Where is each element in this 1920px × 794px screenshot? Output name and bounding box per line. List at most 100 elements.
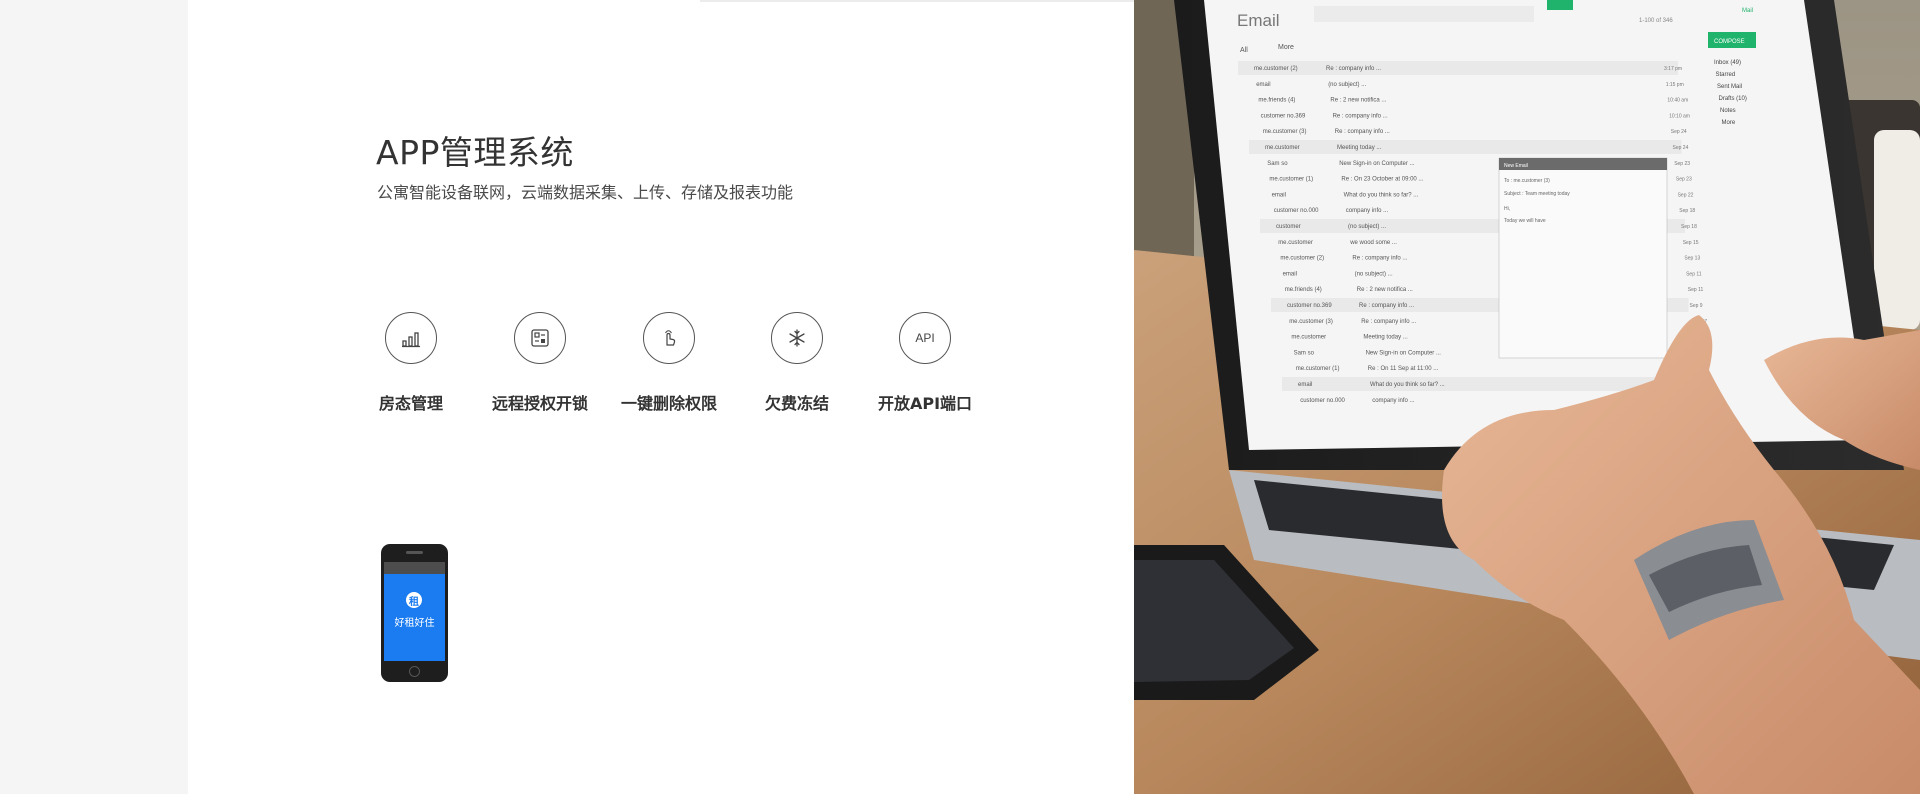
email-date: Sep 13 xyxy=(1684,256,1700,262)
email-sender: customer xyxy=(1276,224,1301,230)
email-subject: Re : company info ... xyxy=(1359,303,1414,309)
email-folder-item: Notes xyxy=(1720,108,1736,114)
email-subject: Re : 2 new notifica ... xyxy=(1330,98,1386,104)
email-popup-subject: Subject : Team meeting today xyxy=(1504,191,1570,197)
email-mail-link: Mail xyxy=(1742,8,1753,14)
email-folder-item: Drafts (10) xyxy=(1719,96,1747,102)
email-date: Sep 22 xyxy=(1678,192,1694,198)
email-subject: company info ... xyxy=(1372,398,1415,404)
email-folder-item: Starred xyxy=(1716,72,1736,78)
email-subject: New Sign-in on Computer ... xyxy=(1366,350,1442,356)
app-logo-icon: 租 xyxy=(406,592,422,608)
email-app-title: Email xyxy=(1237,11,1280,30)
email-date: Sep 11 xyxy=(1686,271,1702,277)
api-icon: API xyxy=(899,312,951,364)
email-sender: me.customer (2) xyxy=(1254,66,1298,72)
email-date: Sep 9 xyxy=(1690,303,1703,309)
email-folder-item: Sent Mail xyxy=(1717,84,1742,90)
top-divider xyxy=(700,0,1134,2)
email-row-highlight xyxy=(1238,61,1678,75)
email-sender: me.customer xyxy=(1291,335,1326,341)
email-subject: Re : company info ... xyxy=(1361,319,1416,325)
page-subtitle: 公寓智能设备联网，云端数据采集、上传、存储及报表功能 xyxy=(377,183,794,202)
email-date: Sep 15 xyxy=(1683,240,1699,246)
email-popup-to: To : me.customer (3) xyxy=(1504,178,1550,184)
email-sender: me.customer (2) xyxy=(1280,256,1324,262)
email-filter-all: All xyxy=(1240,47,1248,54)
email-date: Sep 18 xyxy=(1679,208,1695,214)
email-date: 3:17 pm xyxy=(1664,66,1682,72)
email-subject: (no subject) ... xyxy=(1348,224,1386,230)
page-title: APP管理系统 xyxy=(376,133,574,173)
feature-label: 欠费冻结 xyxy=(764,394,829,413)
email-compose-popup xyxy=(1498,157,1668,359)
email-sender: customer no.369 xyxy=(1287,303,1332,309)
email-sender: customer no.000 xyxy=(1274,208,1319,214)
email-subject: What do you think so far? ... xyxy=(1344,192,1419,198)
email-filter-more: More xyxy=(1278,44,1294,51)
snowflake-icon xyxy=(771,312,823,364)
email-sender: email xyxy=(1256,82,1270,88)
phone-home-button xyxy=(409,666,420,677)
email-date: 10:40 am xyxy=(1667,98,1688,104)
feature-label: 开放API端口 xyxy=(877,394,973,413)
email-date: Sep 24 xyxy=(1673,145,1689,151)
email-sender: me.customer (3) xyxy=(1263,129,1307,135)
feature-freeze-arrears[interactable]: 欠费冻结 xyxy=(732,312,862,414)
email-popup-body: Today we will have xyxy=(1504,218,1546,224)
photo-cup-white xyxy=(1874,130,1920,330)
email-search-button xyxy=(1547,0,1573,10)
email-date: Sep 18 xyxy=(1681,224,1697,230)
email-sender: customer no.369 xyxy=(1261,113,1306,119)
laptop-email-photo: Email 1-100 of 346 Mail COMPOSE All More Inbox… xyxy=(1134,0,1920,794)
email-subject: company info ... xyxy=(1346,208,1389,214)
phone-screen: 租 好租好住 xyxy=(384,574,445,661)
email-date: Sep 24 xyxy=(1671,129,1687,135)
email-date: Sep 11 xyxy=(1688,287,1704,293)
feature-remote-unlock[interactable]: 远程授权开锁 xyxy=(475,312,605,414)
app-name: 好租好住 xyxy=(394,618,435,629)
email-popup-title: New Email xyxy=(1504,163,1528,169)
feature-delete-permission[interactable]: 一键删除权限 xyxy=(604,312,734,414)
phone-statusbar xyxy=(384,562,445,574)
tap-finger-icon xyxy=(643,312,695,364)
email-subject: Re : company info ... xyxy=(1335,129,1390,135)
email-subject: Re : 2 new notifica ... xyxy=(1357,287,1413,293)
email-sender: me.customer xyxy=(1278,240,1313,246)
email-sender: me.customer (1) xyxy=(1269,177,1313,183)
photo-illustration: Email 1-100 of 346 Mail COMPOSE All More Inbox… xyxy=(1134,0,1920,794)
email-subject: Meeting today ... xyxy=(1363,335,1408,341)
email-sender: me.customer (1) xyxy=(1296,366,1340,372)
email-subject: (no subject) ... xyxy=(1328,82,1366,88)
left-gutter xyxy=(0,0,188,794)
feature-label: 远程授权开锁 xyxy=(491,394,588,413)
email-sender: Sam so xyxy=(1267,161,1288,167)
email-sender: me.customer xyxy=(1265,145,1300,151)
email-subject: we wood some ... xyxy=(1349,240,1397,246)
email-date: 1:15 pm xyxy=(1666,82,1684,88)
email-row-highlight xyxy=(1249,140,1682,154)
email-subject: What do you think so far? ... xyxy=(1370,382,1445,388)
feature-room-status[interactable]: 房态管理 xyxy=(346,312,476,414)
email-subject: Re : company info ... xyxy=(1333,113,1388,119)
email-folder-item: Inbox (49) xyxy=(1714,60,1741,66)
email-date: Sep 23 xyxy=(1674,161,1690,167)
phone-mockup: 租 好租好住 xyxy=(381,544,448,682)
remote-auth-icon xyxy=(514,312,566,364)
email-sender: email xyxy=(1283,271,1297,277)
email-subject: (no subject) ... xyxy=(1355,271,1393,277)
feature-label: 房态管理 xyxy=(378,394,443,413)
email-date: 10:10 am xyxy=(1669,113,1690,119)
email-popup-greeting: Hi, xyxy=(1504,206,1510,212)
email-sender: me.friends (4) xyxy=(1258,98,1295,104)
email-sender: customer no.000 xyxy=(1300,398,1345,404)
email-subject: New Sign-in on Computer ... xyxy=(1339,161,1415,167)
email-sender: Sam so xyxy=(1294,350,1315,356)
feature-open-api[interactable]: API 开放API端口 xyxy=(860,312,990,414)
email-folder-item: More xyxy=(1722,120,1736,126)
bar-chart-icon xyxy=(385,312,437,364)
email-search-bar xyxy=(1314,6,1534,22)
email-date: Sep 23 xyxy=(1676,177,1692,183)
email-pagination: 1-100 of 346 xyxy=(1639,18,1673,24)
email-subject: Re : company info ... xyxy=(1352,256,1407,262)
